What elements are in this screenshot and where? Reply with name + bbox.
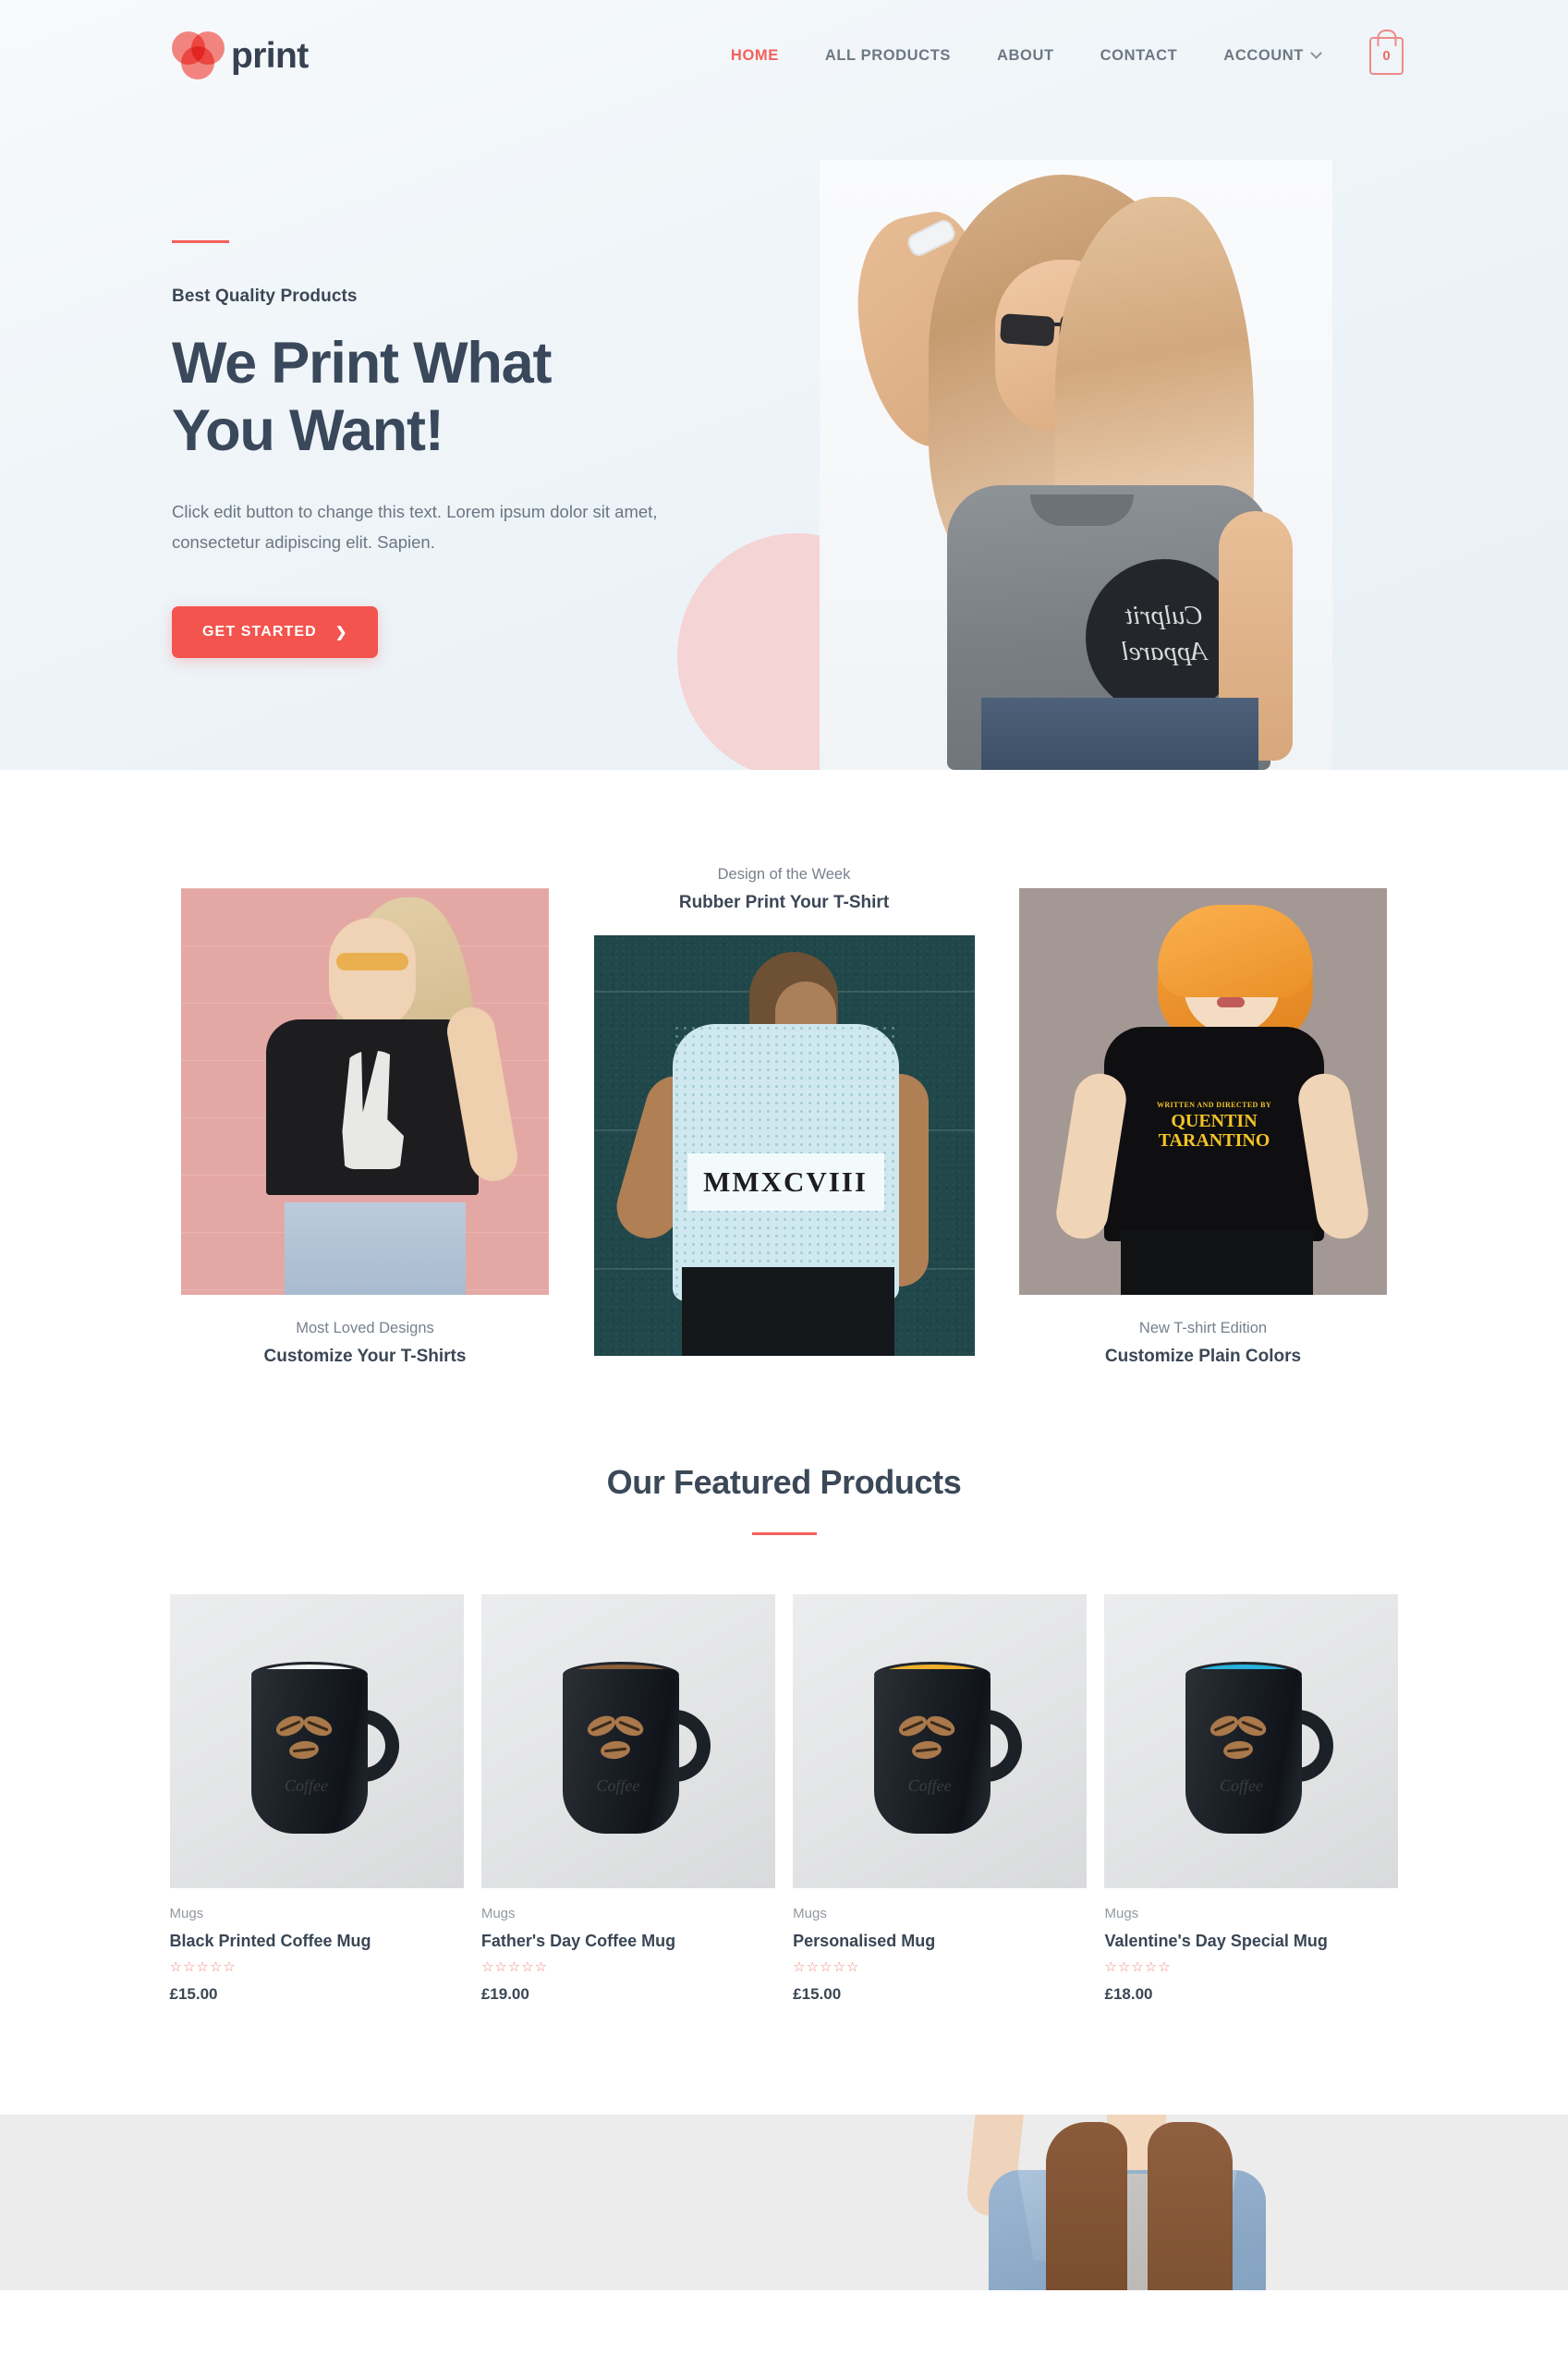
shirt-print-small-text: WRITTEN AND DIRECTED BY [1156, 1101, 1272, 1109]
cart-button[interactable]: 0 [1369, 36, 1404, 75]
chevron-down-icon [1310, 46, 1322, 59]
hero-accent-rule [172, 240, 229, 243]
arrow-right-icon: ❯ [334, 624, 348, 640]
bottom-banner-section [0, 2115, 1568, 2290]
category-card-image[interactable]: MMXCVIII [593, 935, 975, 1356]
category-card-new-edition[interactable]: WRITTEN AND DIRECTED BY QUENTIN TARANTIN… [1019, 888, 1387, 1367]
product-name[interactable]: Personalised Mug [793, 1932, 1087, 1951]
nav-item-all-products[interactable]: ALL PRODUCTS [802, 47, 974, 65]
product-card[interactable]: Coffee Mugs Personalised Mug ☆☆☆☆☆ £15.0… [793, 1594, 1088, 2004]
product-image[interactable]: Coffee [169, 1594, 464, 1888]
mug-illustration: Coffee [238, 1656, 399, 1837]
product-price: £18.00 [1104, 1985, 1153, 2003]
product-price: £19.00 [480, 1985, 529, 2003]
product-category: Mugs [480, 1906, 516, 1921]
mug-wordmark: Coffee [285, 1776, 328, 1796]
product-rating-stars[interactable]: ☆☆☆☆☆ [481, 1960, 775, 1974]
hero-title: We Print What You Want! [172, 330, 684, 465]
category-cards-section: Most Loved Designs Customize Your T-Shir… [0, 770, 1568, 1456]
category-card-design-of-week[interactable]: Design of the Week Rubber Print Your T-S… [593, 866, 975, 1356]
mug-wordmark: Coffee [1219, 1776, 1263, 1796]
product-category: Mugs [793, 1906, 827, 1921]
featured-products-title: Our Featured Products [606, 1463, 962, 1501]
category-card-subtitle: Design of the Week [717, 866, 851, 883]
hero-title-line-1: We Print What [172, 331, 552, 396]
nav-item-account-label: ACCOUNT [1223, 46, 1304, 64]
product-card[interactable]: Coffee Mugs Valentine's Day Special Mug … [1104, 1594, 1399, 2004]
product-rating-stars[interactable]: ☆☆☆☆☆ [1104, 1960, 1398, 1974]
category-card-image[interactable] [181, 888, 549, 1295]
nav-item-contact[interactable]: CONTACT [1077, 47, 1201, 65]
product-category: Mugs [169, 1906, 204, 1921]
three-circles-venn-logo-icon [172, 31, 225, 79]
page-root: print HOME ALL PRODUCTS ABOUT CONTACT AC… [0, 0, 1568, 2290]
product-price: £15.00 [793, 1985, 842, 2003]
section-accent-rule [751, 1532, 817, 1535]
get-started-label: GET STARTED [202, 624, 317, 640]
category-card-image[interactable]: WRITTEN AND DIRECTED BY QUENTIN TARANTIN… [1019, 888, 1387, 1295]
featured-products-section: Our Featured Products Coffee Mugs Black … [0, 1456, 1568, 2115]
brand-logo[interactable]: print [172, 31, 309, 79]
product-image[interactable]: Coffee [1104, 1594, 1399, 1888]
category-card-title: Customize Plain Colors [1104, 1347, 1302, 1366]
mug-illustration: Coffee [861, 1656, 1023, 1837]
product-rating-stars[interactable]: ☆☆☆☆☆ [170, 1960, 464, 1974]
shirt-print-text: MMXCVIII [703, 1165, 868, 1198]
nav-item-about[interactable]: ABOUT [974, 47, 1077, 65]
product-name[interactable]: Father's Day Coffee Mug [481, 1932, 775, 1951]
hero-title-line-2: You Want! [172, 398, 444, 464]
product-card[interactable]: Coffee Mugs Black Printed Coffee Mug ☆☆☆… [169, 1594, 464, 2004]
main-navigation: HOME ALL PRODUCTS ABOUT CONTACT ACCOUNT … [708, 36, 1404, 75]
nav-item-home[interactable]: HOME [708, 47, 802, 65]
product-card[interactable]: Coffee Mugs Father's Day Coffee Mug ☆☆☆☆… [480, 1594, 775, 2004]
site-header: print HOME ALL PRODUCTS ABOUT CONTACT AC… [0, 0, 1568, 111]
product-price: £15.00 [169, 1985, 218, 2003]
mug-wordmark: Coffee [907, 1776, 952, 1796]
shirt-print-large-text: QUENTIN TARANTINO [1158, 1111, 1270, 1151]
hero-content: Best Quality Products We Print What You … [0, 111, 1568, 658]
product-image[interactable]: Coffee [480, 1594, 775, 1888]
hero-eyebrow: Best Quality Products [172, 287, 358, 306]
hero-section: print HOME ALL PRODUCTS ABOUT CONTACT AC… [0, 0, 1568, 770]
category-card-title: Customize Your T-Shirts [263, 1347, 467, 1366]
product-image[interactable]: Coffee [793, 1594, 1088, 1888]
nav-item-account[interactable]: ACCOUNT [1200, 47, 1343, 65]
mug-illustration: Coffee [550, 1656, 711, 1837]
product-grid: Coffee Mugs Black Printed Coffee Mug ☆☆☆… [169, 1594, 1399, 2004]
product-name[interactable]: Black Printed Coffee Mug [170, 1932, 464, 1951]
brand-name: print [231, 35, 309, 76]
product-rating-stars[interactable]: ☆☆☆☆☆ [793, 1960, 1087, 1974]
category-card-title: Rubber Print Your T-Shirt [678, 893, 890, 912]
mug-illustration: Coffee [1173, 1656, 1334, 1837]
product-category: Mugs [1104, 1906, 1139, 1921]
banner-photo [887, 2115, 1294, 2290]
category-card-most-loved[interactable]: Most Loved Designs Customize Your T-Shir… [181, 888, 549, 1367]
cart-count: 0 [1382, 47, 1391, 64]
category-card-subtitle: New T-shirt Edition [1138, 1320, 1268, 1336]
category-card-subtitle: Most Loved Designs [296, 1320, 434, 1336]
get-started-button[interactable]: GET STARTED ❯ [172, 606, 379, 658]
mug-wordmark: Coffee [596, 1776, 640, 1796]
hero-subtitle: Click edit button to change this text. L… [172, 502, 658, 553]
product-name[interactable]: Valentine's Day Special Mug [1104, 1932, 1398, 1951]
